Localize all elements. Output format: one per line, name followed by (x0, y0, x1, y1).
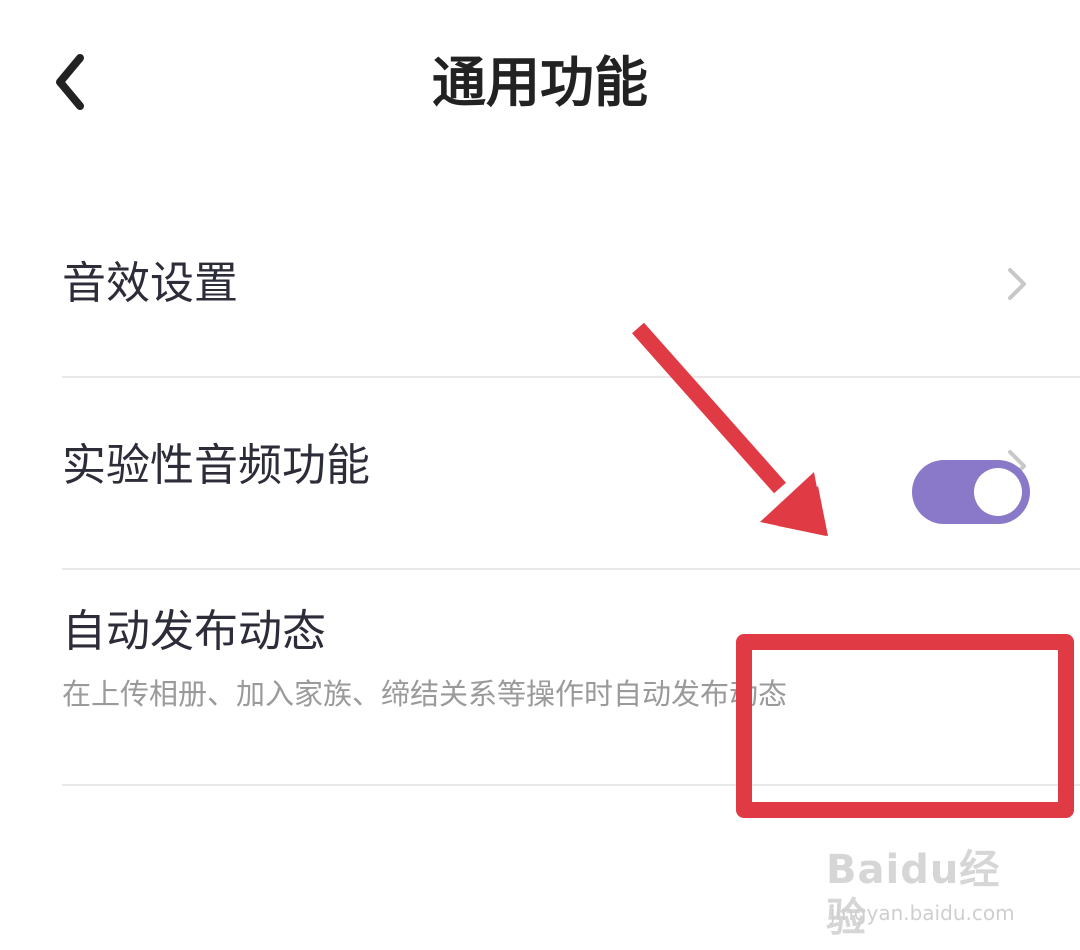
watermark: Baidu经验 jingyan.baidu.com (826, 832, 1036, 941)
settings-item-label: 音效设置 (62, 258, 238, 309)
watermark-logo-text: Baidu经验 (826, 847, 1001, 941)
settings-item-label: 自动发布动态 (62, 606, 326, 657)
page-title: 通用功能 (432, 51, 648, 114)
settings-item-description: 在上传相册、加入家族、缔结关系等操作时自动发布动态 (62, 677, 788, 711)
settings-item-auto-post: 自动发布动态 在上传相册、加入家族、缔结关系等操作时自动发布动态 (0, 570, 1080, 786)
app-header: 通用功能 (0, 0, 1080, 170)
watermark-logo: Baidu经验 (826, 846, 1036, 942)
divider (62, 784, 1080, 786)
chevron-right-icon (1008, 268, 1026, 300)
settings-item-label: 实验性音频功能 (62, 440, 370, 491)
settings-item-sound-effects[interactable]: 音效设置 (0, 188, 1080, 378)
toggle-knob (974, 468, 1022, 516)
auto-post-toggle[interactable] (912, 460, 1030, 524)
watermark-url: jingyan.baidu.com (830, 901, 1015, 925)
